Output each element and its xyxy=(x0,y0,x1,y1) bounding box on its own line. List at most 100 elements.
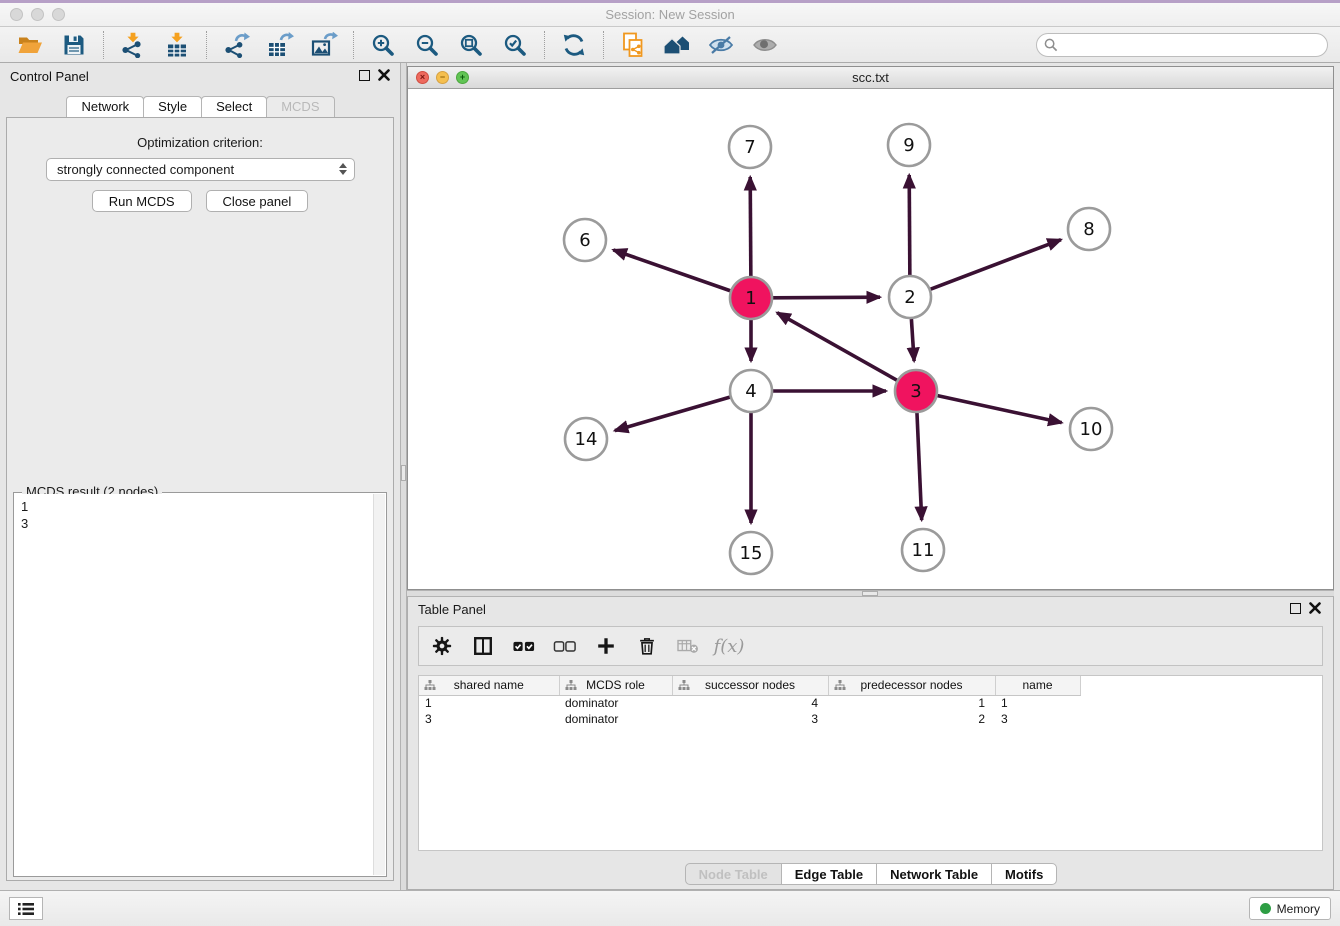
column-header-successor-nodes[interactable]: successor nodes xyxy=(672,676,828,695)
cell-shared-name[interactable]: 3 xyxy=(419,711,559,727)
graph-edge-2-8[interactable] xyxy=(931,240,1061,290)
cell-mcds-role[interactable]: dominator xyxy=(559,695,672,711)
zoom-out-icon[interactable] xyxy=(405,29,449,61)
cell-predecessor-nodes[interactable]: 1 xyxy=(828,695,995,711)
graph-edge-4-14[interactable] xyxy=(615,397,730,430)
graph-edge-3-10[interactable] xyxy=(937,396,1061,423)
vertical-splitter[interactable] xyxy=(400,63,407,890)
export-image-icon[interactable] xyxy=(302,29,346,61)
graph-edge-1-6[interactable] xyxy=(613,250,730,291)
tab-network-table[interactable]: Network Table xyxy=(876,863,992,885)
open-session-icon[interactable] xyxy=(8,29,52,61)
column-header-shared-name[interactable]: shared name xyxy=(419,676,559,695)
graph-node-label-9: 9 xyxy=(903,135,914,156)
toolbar-separator xyxy=(353,31,354,59)
network-window-titlebar[interactable]: × − + scc.txt xyxy=(408,67,1333,89)
toolbar-separator xyxy=(206,31,207,59)
cell-successor-nodes[interactable]: 3 xyxy=(672,711,828,727)
memory-label: Memory xyxy=(1277,902,1320,916)
table-settings-gear-icon[interactable] xyxy=(429,633,455,659)
import-table-icon[interactable] xyxy=(155,29,199,61)
graph-node-label-8: 8 xyxy=(1083,219,1094,240)
tab-node-table[interactable]: Node Table xyxy=(685,863,782,885)
column-header-name[interactable]: name xyxy=(995,676,1080,695)
zoom-in-icon[interactable] xyxy=(361,29,405,61)
table-row[interactable]: 3 dominator 3 2 3 xyxy=(419,711,1080,727)
cell-mcds-role[interactable]: dominator xyxy=(559,711,672,727)
table-header-row: shared name MCDS role successor nodes pr… xyxy=(419,676,1080,695)
export-network-icon[interactable] xyxy=(214,29,258,61)
close-panel-button[interactable]: Close panel xyxy=(206,190,309,212)
cell-shared-name[interactable]: 1 xyxy=(419,695,559,711)
control-panel-close-icon[interactable] xyxy=(378,69,390,81)
graph-edge-1-7[interactable] xyxy=(750,177,751,276)
mcds-result-value: 1 xyxy=(21,498,367,515)
table-panel-float-icon[interactable] xyxy=(1290,603,1301,614)
cell-name[interactable]: 3 xyxy=(995,711,1080,727)
table-row[interactable]: 1 dominator 4 1 1 xyxy=(419,695,1080,711)
cell-name[interactable]: 1 xyxy=(995,695,1080,711)
tab-style[interactable]: Style xyxy=(143,96,202,117)
graph-edge-2-3[interactable] xyxy=(911,319,914,361)
home-layout-icon[interactable] xyxy=(655,29,699,61)
refresh-view-icon[interactable] xyxy=(552,29,596,61)
horizontal-splitter[interactable] xyxy=(407,590,1334,597)
column-type-icon xyxy=(834,679,846,691)
tab-motifs[interactable]: Motifs xyxy=(991,863,1057,885)
graph-edge-1-2[interactable] xyxy=(773,297,880,298)
table-panel-close-icon[interactable] xyxy=(1309,602,1321,614)
tab-select[interactable]: Select xyxy=(201,96,267,117)
column-header-mcds-role[interactable]: MCDS role xyxy=(559,676,672,695)
tab-network[interactable]: Network xyxy=(66,96,144,117)
cell-predecessor-nodes[interactable]: 2 xyxy=(828,711,995,727)
splitter-grip[interactable] xyxy=(401,465,406,481)
splitter-grip[interactable] xyxy=(862,591,878,596)
table-tabs: Node Table Edge Table Network Table Moti… xyxy=(408,863,1333,885)
add-column-icon[interactable] xyxy=(593,633,619,659)
run-mcds-button[interactable]: Run MCDS xyxy=(92,190,192,212)
graph-node-label-11: 11 xyxy=(912,540,935,561)
status-bar: Memory xyxy=(0,890,1340,926)
delete-column-trash-icon[interactable] xyxy=(634,633,660,659)
mcds-panel: Optimization criterion: strongly connect… xyxy=(6,117,394,881)
clone-network-icon[interactable] xyxy=(611,29,655,61)
function-builder-icon[interactable]: f(x) xyxy=(716,633,742,659)
delete-table-icon[interactable] xyxy=(675,633,701,659)
select-all-rows-icon[interactable] xyxy=(511,633,537,659)
search-input[interactable] xyxy=(1036,33,1328,57)
graph-node-label-6: 6 xyxy=(579,230,590,251)
criterion-select[interactable]: strongly connected component xyxy=(46,158,355,181)
split-view-icon[interactable] xyxy=(470,633,496,659)
save-session-icon[interactable] xyxy=(52,29,96,61)
zoom-fit-icon[interactable] xyxy=(449,29,493,61)
mcds-result-value: 3 xyxy=(21,515,367,532)
graph-edge-2-9[interactable] xyxy=(909,175,910,275)
hide-graphics-details-icon[interactable] xyxy=(699,29,743,61)
graph-edge-3-1[interactable] xyxy=(777,313,897,380)
export-table-icon[interactable] xyxy=(258,29,302,61)
show-graphics-details-icon[interactable] xyxy=(743,29,787,61)
network-canvas[interactable]: 7968124314101511 xyxy=(408,89,1333,589)
memory-button[interactable]: Memory xyxy=(1249,897,1331,920)
tab-mcds[interactable]: MCDS xyxy=(266,96,334,117)
graph-node-label-7: 7 xyxy=(744,137,755,158)
graph-node-label-15: 15 xyxy=(740,543,763,564)
table-panel-title: Table Panel xyxy=(418,602,486,617)
deselect-all-rows-icon[interactable] xyxy=(552,633,578,659)
search-field[interactable] xyxy=(1036,33,1328,57)
zoom-selected-icon[interactable] xyxy=(493,29,537,61)
control-panel: Control Panel Network Style Select MCDS … xyxy=(0,63,400,890)
tab-edge-table[interactable]: Edge Table xyxy=(781,863,877,885)
mcds-result-list[interactable]: 1 3 xyxy=(15,494,373,875)
graph-node-label-14: 14 xyxy=(575,429,598,450)
graph-node-label-4: 4 xyxy=(745,381,756,402)
result-scrollbar[interactable] xyxy=(373,494,385,875)
task-history-button[interactable] xyxy=(9,897,43,920)
cell-successor-nodes[interactable]: 4 xyxy=(672,695,828,711)
graph-edge-3-11[interactable] xyxy=(917,413,922,520)
memory-status-icon xyxy=(1260,903,1271,914)
import-network-icon[interactable] xyxy=(111,29,155,61)
control-panel-float-icon[interactable] xyxy=(359,70,370,81)
search-icon xyxy=(1044,38,1058,52)
column-header-predecessor-nodes[interactable]: predecessor nodes xyxy=(828,676,995,695)
